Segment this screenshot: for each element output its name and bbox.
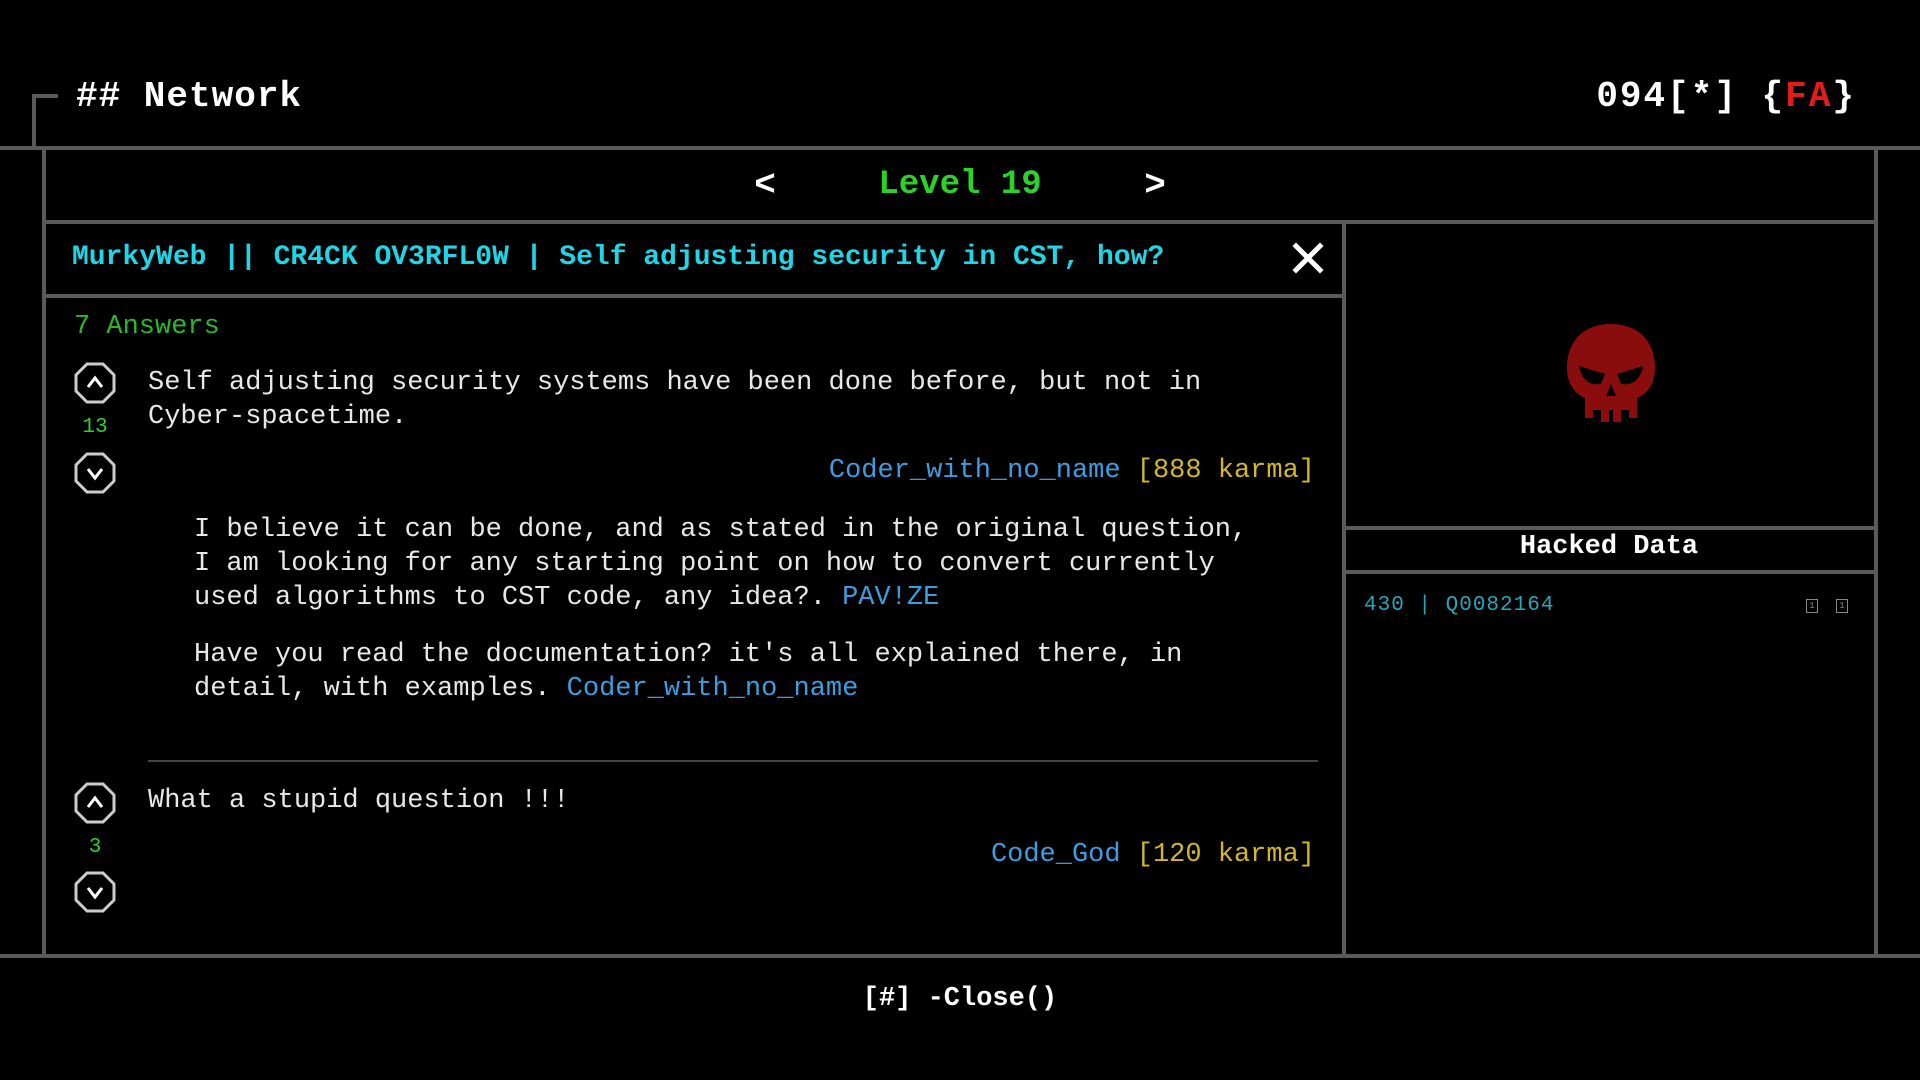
vote-count: 13 xyxy=(82,416,108,439)
level-label: Level 19 xyxy=(878,166,1042,204)
author-link[interactable]: PAV!ZE xyxy=(842,583,939,613)
page-title: ## Network xyxy=(76,76,303,117)
comment: I believe it can be done, and as stated … xyxy=(194,513,1247,615)
answer-text: What a stupid question !!! xyxy=(148,786,570,816)
author-link[interactable]: Coder_with_no_name xyxy=(829,456,1121,486)
copy-icon[interactable]: 1 xyxy=(1836,599,1848,613)
answer-signature: Coder_with_no_name [888 karma] xyxy=(829,456,1315,486)
author-link[interactable]: Code_God xyxy=(991,840,1121,870)
downvote-icon[interactable] xyxy=(74,871,116,913)
upvote-icon[interactable] xyxy=(74,782,116,824)
status-mid: [*] { xyxy=(1667,76,1786,117)
comment-text: I believe it can be done, and as stated … xyxy=(194,515,1248,613)
frame-right xyxy=(1874,146,1878,956)
answers-count: 7 Answers xyxy=(74,312,220,342)
status-count: 094 xyxy=(1596,76,1668,117)
level-divider xyxy=(42,220,1878,224)
answer-signature: Code_God [120 karma] xyxy=(991,840,1315,870)
status-end: } xyxy=(1832,76,1856,117)
sidebar-divider-top xyxy=(1346,526,1876,530)
panel-divider xyxy=(1342,220,1346,956)
copy-icon[interactable]: 1 xyxy=(1806,599,1818,613)
karma-badge: [888 karma] xyxy=(1136,456,1315,486)
downvote-icon[interactable] xyxy=(74,452,116,494)
level-navigator: < Level 19 > xyxy=(44,150,1876,220)
close-button[interactable]: [#] -Close() xyxy=(0,984,1920,1014)
close-icon[interactable] xyxy=(1290,240,1326,276)
vote-count: 3 xyxy=(88,836,102,859)
next-level-button[interactable]: > xyxy=(1125,165,1185,206)
sidebar-divider-bottom xyxy=(1346,570,1876,574)
frame-left xyxy=(42,146,46,956)
title-divider xyxy=(42,294,1346,298)
answer-separator xyxy=(148,760,1318,762)
footer-divider xyxy=(0,954,1920,958)
thread-title: MurkyWeb || CR4CK OV3RFL0W | Self adjust… xyxy=(72,242,1165,273)
upvote-icon[interactable] xyxy=(74,362,116,404)
corner-bracket-stem xyxy=(32,94,36,148)
skull-icon xyxy=(1567,324,1655,422)
comment: Have you read the documentation? it's al… xyxy=(194,638,1182,706)
karma-badge: [120 karma] xyxy=(1136,840,1315,870)
author-link[interactable]: Coder_with_no_name xyxy=(567,674,859,704)
hacked-data-title: Hacked Data xyxy=(1519,532,1699,562)
status-indicator: 094[*] {FA} xyxy=(1596,76,1856,117)
answer-text: Self adjusting security systems have bee… xyxy=(148,368,1202,432)
hacked-data-row[interactable]: 430 | Q0082164 xyxy=(1364,594,1554,617)
prev-level-button[interactable]: < xyxy=(735,165,795,206)
status-fa: FA xyxy=(1785,76,1833,117)
